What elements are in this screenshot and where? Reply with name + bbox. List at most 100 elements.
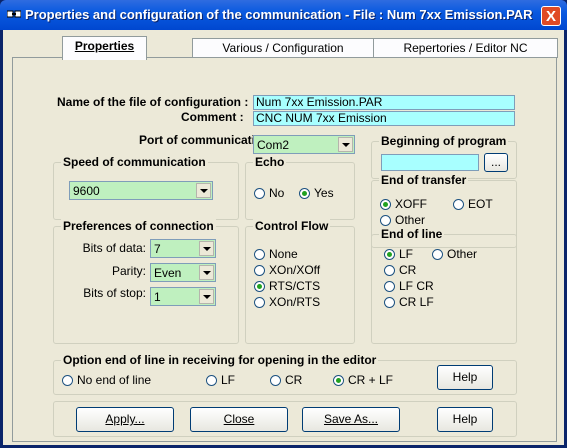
radio-label: XOFF <box>395 197 427 211</box>
comment-label: Comment : <box>181 110 244 124</box>
help-button[interactable]: Help <box>437 407 493 432</box>
radio-icon <box>62 375 73 386</box>
radio-icon <box>432 249 443 260</box>
eol-radio-cr[interactable]: CR <box>384 263 416 277</box>
radio-label: CR + LF <box>348 373 394 387</box>
radio-icon <box>384 297 395 308</box>
chevron-down-icon[interactable] <box>196 183 211 198</box>
radio-label: CR LF <box>399 295 434 309</box>
flow-radio-xon-rts[interactable]: XOn/RTS <box>254 295 320 309</box>
radio-label: No end of line <box>77 373 152 387</box>
eol-radio-lf-cr[interactable]: LF CR <box>384 279 434 293</box>
radio-icon <box>270 375 281 386</box>
option-eol-title: Option end of line in receiving for open… <box>61 353 379 367</box>
radio-icon <box>380 215 391 226</box>
radio-label: XOn/RTS <box>269 295 321 309</box>
option-eol-group: Option end of line in receiving for open… <box>53 353 517 395</box>
eol-radio-other[interactable]: Other <box>432 247 477 261</box>
radio-selected-icon <box>380 199 391 210</box>
title-bar[interactable]: Properties and configuration of the comm… <box>0 0 567 30</box>
radio-label: CR <box>399 263 417 277</box>
file-name-label: Name of the file of configuration : <box>57 95 249 109</box>
opt-eol-radio-lf[interactable]: LF <box>206 373 235 387</box>
close-window-button[interactable]: X <box>541 6 561 26</box>
eol-radio-lf[interactable]: LF <box>384 247 413 261</box>
flow-radio-none[interactable]: None <box>254 247 298 261</box>
stop-bits-value: 1 <box>154 290 161 304</box>
speed-title: Speed of communication <box>61 155 208 169</box>
chevron-down-icon[interactable] <box>199 241 214 256</box>
data-bits-value: 7 <box>154 242 161 256</box>
port-value: Com2 <box>257 138 290 152</box>
radio-icon <box>384 265 395 276</box>
chevron-down-icon[interactable] <box>338 137 353 152</box>
radio-icon <box>254 249 265 260</box>
speed-select[interactable]: 9600 <box>69 181 213 200</box>
transfer-radio-xoff[interactable]: XOFF <box>380 197 427 211</box>
transfer-radio-other[interactable]: Other <box>380 213 425 227</box>
radio-label: Yes <box>314 186 334 200</box>
opt-eol-radio-cr-lf[interactable]: CR + LF <box>333 373 393 387</box>
radio-selected-icon <box>254 281 265 292</box>
stop-bits-label: Bits of stop: <box>83 286 146 300</box>
radio-selected-icon <box>384 249 395 260</box>
flow-radio-rts-cts[interactable]: RTS/CTS <box>254 279 320 293</box>
parity-select[interactable]: Even <box>150 263 216 282</box>
save-as-button[interactable]: Save As... <box>302 407 400 432</box>
radio-selected-icon <box>299 188 310 199</box>
apply-button[interactable]: Apply... <box>76 407 174 432</box>
radio-label: LF <box>399 247 414 261</box>
data-bits-label: Bits of data: <box>82 241 146 255</box>
radio-label: LF <box>221 373 236 387</box>
end-of-line-group: End of line LF Other CR LF CR CR LF <box>371 227 517 344</box>
speed-value: 9600 <box>73 184 100 198</box>
echo-group: Echo No Yes <box>245 155 355 220</box>
chevron-down-icon[interactable] <box>199 265 214 280</box>
opt-eol-radio-cr[interactable]: CR <box>270 373 302 387</box>
radio-icon <box>453 199 464 210</box>
control-flow-title: Control Flow <box>253 219 331 233</box>
eol-radio-cr-lf[interactable]: CR LF <box>384 295 434 309</box>
radio-label: XOn/XOff <box>269 263 321 277</box>
file-name-field[interactable]: Num 7xx Emission.PAR <box>253 95 515 110</box>
preferences-group: Preferences of connection Bits of data: … <box>53 219 239 344</box>
radio-icon <box>254 265 265 276</box>
dialog-window: Properties and configuration of the comm… <box>0 0 567 448</box>
buttons-group: Apply... Close Save As... Help <box>53 401 517 437</box>
chevron-down-icon[interactable] <box>199 289 214 304</box>
radio-icon <box>206 375 217 386</box>
parity-value: Even <box>154 266 182 280</box>
end-of-line-title: End of line <box>379 227 445 241</box>
radio-label: Other <box>395 213 426 227</box>
radio-label: No <box>269 186 285 200</box>
radio-label: RTS/CTS <box>269 279 321 293</box>
stop-bits-select[interactable]: 1 <box>150 287 216 306</box>
transfer-radio-eot[interactable]: EOT <box>453 197 493 211</box>
app-icon <box>7 10 21 18</box>
opt-eol-radio-none[interactable]: No end of line <box>62 373 151 387</box>
radio-selected-icon <box>333 375 344 386</box>
properties-panel: Name of the file of configuration : Num … <box>12 57 557 442</box>
radio-icon <box>254 297 265 308</box>
tab-repertories-editor[interactable]: Repertories / Editor NC <box>373 38 558 58</box>
speed-group: Speed of communication 9600 <box>53 155 239 220</box>
radio-label: Other <box>447 247 478 261</box>
comment-field[interactable]: CNC NUM 7xx Emission <box>253 111 515 126</box>
radio-label: LF CR <box>399 279 434 293</box>
tab-various-configuration[interactable]: Various / Configuration <box>192 38 374 58</box>
data-bits-select[interactable]: 7 <box>150 239 216 258</box>
radio-icon <box>254 188 265 199</box>
beginning-field[interactable] <box>381 154 479 171</box>
flow-radio-xon-xoff[interactable]: XOn/XOff <box>254 263 320 277</box>
radio-label: CR <box>285 373 303 387</box>
dialog-client: Properties Various / Configuration Reper… <box>3 30 564 445</box>
option-eol-help-button[interactable]: Help <box>437 365 493 390</box>
control-flow-group: Control Flow None XOn/XOff RTS/CTS XOn/R… <box>245 219 355 344</box>
tab-properties[interactable]: Properties <box>62 36 147 60</box>
browse-button[interactable]: ... <box>484 153 508 172</box>
close-button[interactable]: Close <box>190 407 288 432</box>
echo-radio-no[interactable]: No <box>254 186 284 200</box>
port-select[interactable]: Com2 <box>253 135 355 154</box>
echo-radio-yes[interactable]: Yes <box>299 186 334 200</box>
window-title: Properties and configuration of the comm… <box>25 7 533 22</box>
